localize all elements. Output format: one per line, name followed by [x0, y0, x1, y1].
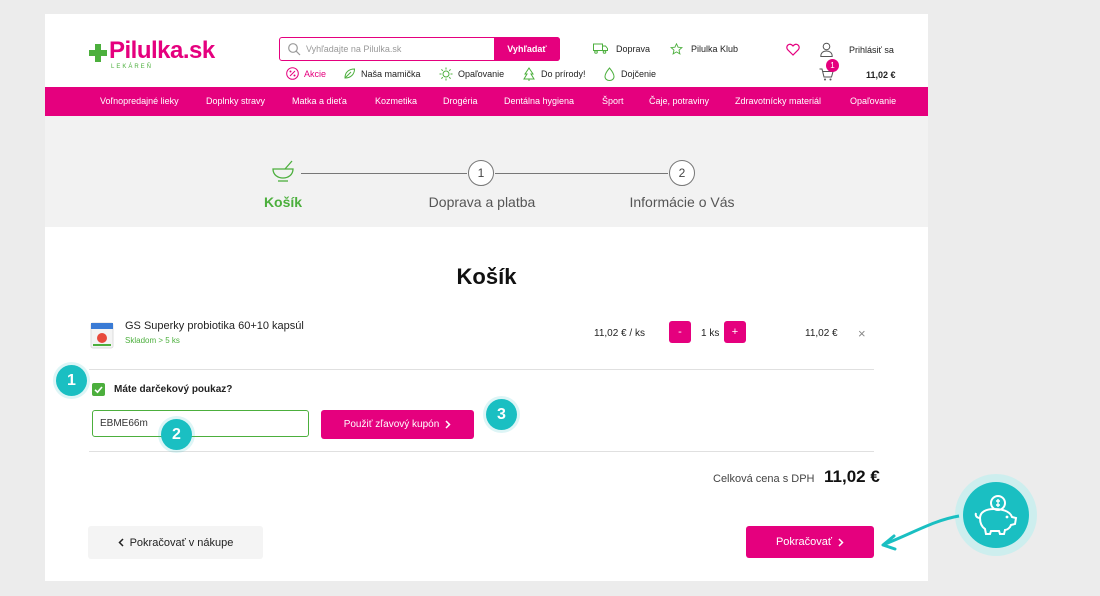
- nav-item[interactable]: Doplnky stravy: [206, 96, 265, 106]
- continue-label: Pokračovať: [775, 536, 833, 548]
- continue-button[interactable]: Pokračovať: [746, 526, 874, 558]
- star-icon: [670, 43, 683, 55]
- nav-item[interactable]: Kozmetika: [375, 96, 417, 106]
- voucher-question[interactable]: Máte darčekový poukaz?: [114, 384, 232, 395]
- nav-item[interactable]: Drogéria: [443, 96, 478, 106]
- divider: [89, 369, 874, 370]
- mortar-icon: [272, 160, 294, 182]
- nav-item[interactable]: Dentálna hygiena: [504, 96, 574, 106]
- product-name[interactable]: GS Superky probiotika 60+10 kapsúl: [125, 320, 304, 332]
- sun-icon: [439, 67, 453, 81]
- chevron-right-icon: [838, 537, 844, 547]
- delivery-link[interactable]: Doprava: [593, 43, 650, 54]
- increase-quantity-button[interactable]: +: [724, 321, 746, 343]
- nav-item[interactable]: Šport: [602, 96, 624, 106]
- bottle-icon: [604, 67, 615, 81]
- promo-dojcenie[interactable]: Dojčenie: [603, 67, 656, 81]
- tutorial-marker-2: 2: [161, 419, 192, 450]
- promo-label: Naša mamička: [361, 68, 421, 79]
- continue-shopping-button[interactable]: Pokračovať v nákupe: [88, 526, 263, 559]
- nav-item[interactable]: Čaje, potraviny: [649, 96, 709, 106]
- nav-item[interactable]: Zdravotnícky materiál: [735, 96, 821, 106]
- nav-item[interactable]: Matka a dieťa: [292, 96, 347, 106]
- checkout-steps: 1 2 Košík Doprava a platba Informácie o …: [45, 116, 928, 227]
- product-image[interactable]: [89, 320, 116, 350]
- cart-count-badge: 1: [826, 59, 839, 72]
- percent-icon: [286, 67, 299, 80]
- search-input[interactable]: [306, 40, 492, 58]
- promo-label: Dojčenie: [621, 69, 657, 79]
- total-value: 11,02 €: [824, 467, 880, 486]
- tutorial-marker-1: 1: [56, 365, 87, 396]
- nav-item[interactable]: Opaľovanie: [850, 96, 896, 106]
- club-label: Pilulka Klub: [691, 44, 739, 54]
- search-bar: Vyhľadať: [279, 37, 560, 61]
- step-connector: [495, 173, 668, 174]
- unit-price: 11,02 € / ks: [594, 328, 645, 339]
- delivery-label: Doprava: [616, 43, 651, 54]
- continue-shopping-label: Pokračovať v nákupe: [129, 536, 234, 549]
- login-link[interactable]: Prihlásiť sa: [849, 45, 894, 55]
- divider: [89, 451, 874, 452]
- search-icon: [288, 43, 301, 56]
- step-label-informacie[interactable]: Informácie o Vás: [629, 194, 734, 210]
- line-total: 11,02 €: [805, 328, 838, 339]
- stock-status: Skladom > 5 ks: [125, 336, 180, 345]
- step-label-kosik[interactable]: Košík: [264, 194, 302, 210]
- promo-opalovanie[interactable]: Opaľovanie: [439, 67, 504, 81]
- nav-item[interactable]: Voľnopredajné lieky: [100, 96, 179, 106]
- apply-coupon-button[interactable]: Použiť zľavový kupón: [321, 410, 474, 439]
- piggy-bank-icon: [974, 495, 1018, 535]
- cart-total[interactable]: 11,02 €: [866, 70, 896, 80]
- promo-label: Akcie: [304, 68, 327, 79]
- user-icon[interactable]: [820, 42, 833, 57]
- checkout-page: Pilulka.sk LEKÁREŇ Vyhľadať Doprava Pilu…: [45, 14, 928, 581]
- logo-subtitle: LEKÁREŇ: [111, 64, 154, 70]
- quantity-value: 1 ks: [701, 328, 720, 339]
- step-number[interactable]: 2: [669, 160, 695, 186]
- tree-icon: [523, 67, 535, 81]
- total-label: Celková cena s DPH: [713, 473, 815, 485]
- truck-icon: [593, 43, 608, 54]
- promo-mamicka[interactable]: Naša mamička: [343, 67, 421, 80]
- category-nav: Voľnopredajné lieky Doplnky stravy Matka…: [45, 87, 928, 116]
- voucher-code-input[interactable]: [92, 410, 309, 437]
- pointer-arrow-icon: [881, 514, 960, 551]
- heart-icon[interactable]: [786, 43, 800, 56]
- voucher-checkbox[interactable]: [92, 383, 105, 396]
- page-title: Košík: [456, 264, 517, 289]
- leaf-icon: [344, 68, 356, 79]
- promo-akcie[interactable]: Akcie: [286, 67, 326, 80]
- search-button[interactable]: Vyhľadať: [494, 37, 560, 61]
- remove-item-button[interactable]: ×: [858, 326, 866, 341]
- decrease-quantity-button[interactable]: -: [669, 321, 691, 343]
- promo-label: Do prírody!: [541, 69, 586, 79]
- promo-priroda[interactable]: Do prírody!: [522, 67, 586, 81]
- tutorial-marker-3: 3: [486, 399, 517, 430]
- step-connector: [301, 173, 467, 174]
- piggy-bank-badge: [955, 474, 1037, 556]
- chevron-right-icon: [445, 420, 451, 429]
- promo-label: Opaľovanie: [458, 69, 505, 79]
- checkmark-icon: [94, 386, 103, 394]
- step-label-doprava[interactable]: Doprava a platba: [429, 194, 536, 210]
- logo-text: Pilulka.sk: [109, 37, 215, 64]
- plus-icon: [89, 44, 107, 62]
- club-link[interactable]: Pilulka Klub: [670, 43, 738, 55]
- step-number[interactable]: 1: [468, 160, 494, 186]
- apply-coupon-label: Použiť zľavový kupón: [343, 419, 440, 430]
- chevron-left-icon: [118, 538, 124, 547]
